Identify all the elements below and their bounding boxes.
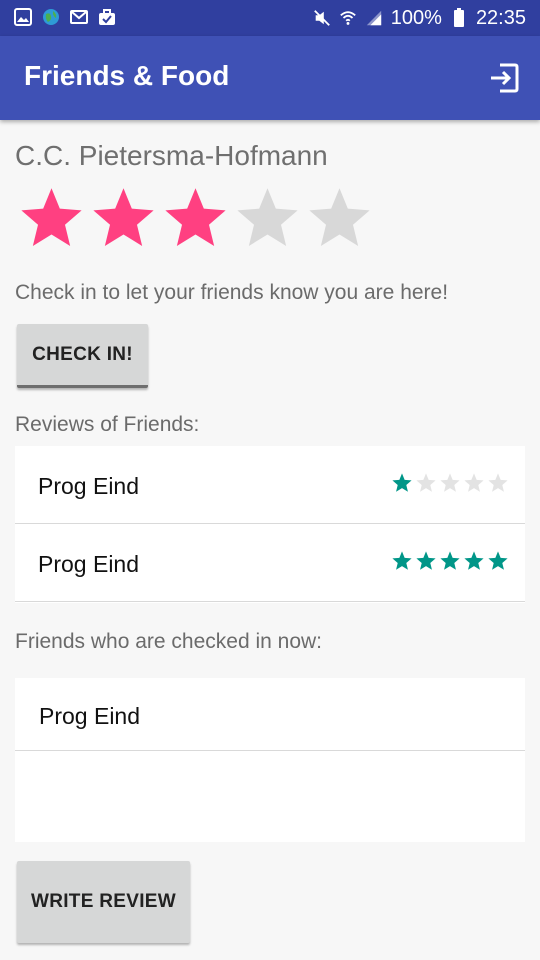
star-empty-icon [440,473,460,492]
star-filled-icon [392,551,412,570]
review-rating [391,550,509,571]
checked-in-label: Friends who are checked in now: [15,630,322,653]
status-icons: 100% 22:35 [313,4,526,32]
star-filled-icon [21,188,82,246]
write-review-button[interactable]: WRITE REVIEW [17,861,190,943]
app-bar: Friends & Food [0,36,540,120]
star-filled-icon [392,473,412,492]
check-in-button[interactable]: CHECK IN! [17,324,148,388]
battery-icon [450,8,468,27]
wifi-icon [339,9,357,27]
review-author: Prog Eind [38,473,140,499]
logout-icon [491,63,519,93]
checkin-prompt: Check in to let your friends know you ar… [15,281,449,304]
review-row[interactable]: Prog Eind [15,446,525,524]
reviews-label: Reviews of Friends: [15,413,200,436]
star-filled-icon [93,188,154,246]
briefcase-icon [98,8,116,26]
star-empty-icon [237,188,298,246]
logout-button[interactable] [488,62,520,94]
restaurant-name: C.C. Pietersma-Hofmann [15,140,328,171]
review-rating [391,472,509,493]
star-filled-icon [464,551,484,570]
status-bar: 100% 22:35 [0,0,540,36]
mute-icon [313,9,331,27]
globe-icon [42,8,60,26]
gallery-icon [14,8,32,26]
star-empty-icon [464,473,484,492]
review-author: Prog Eind [38,551,140,577]
review-row[interactable]: Prog Eind [15,524,525,602]
star-empty-icon [416,473,436,492]
gmail-icon [70,8,88,26]
star-filled-icon [165,188,226,246]
signal-icon [365,9,383,27]
checked-in-row[interactable]: Prog Eind [15,678,525,751]
star-filled-icon [440,551,460,570]
star-empty-icon [309,188,370,246]
checked-in-friend-name: Prog Eind [39,703,141,729]
checked-in-list: Prog Eind [15,678,525,842]
notification-icons [14,8,116,26]
star-filled-icon [416,551,436,570]
clock: 22:35 [475,7,526,29]
reviews-list: Prog Eind Prog Eind [15,446,525,603]
star-filled-icon [488,551,508,570]
battery-percent: 100% [390,7,442,29]
star-empty-icon [488,473,508,492]
app-title: Friends & Food [24,60,230,91]
restaurant-rating-bar[interactable] [16,184,375,250]
